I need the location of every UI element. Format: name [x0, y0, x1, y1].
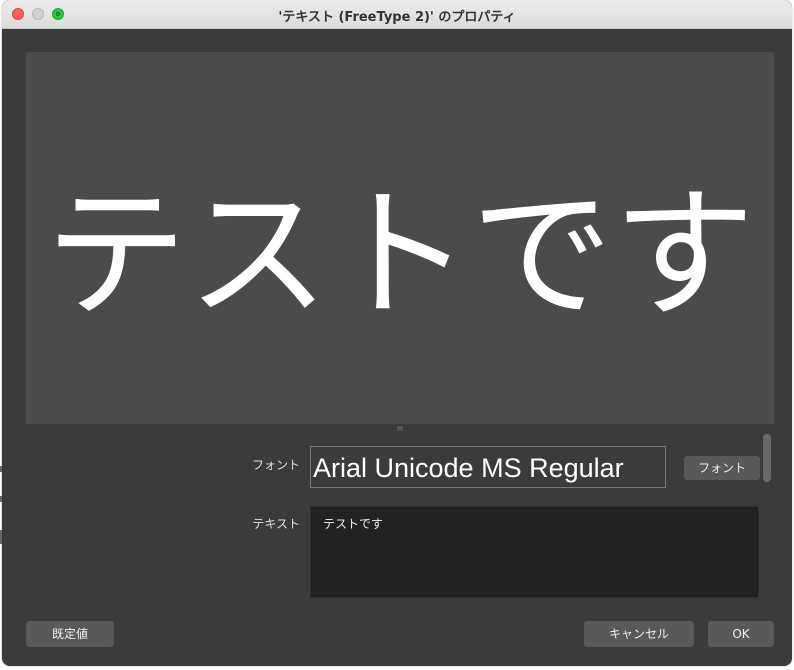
text-label: テキスト — [252, 517, 300, 531]
window-title: 'テキスト (FreeType 2)' のプロパティ — [278, 10, 516, 25]
properties-scrollbar[interactable] — [763, 434, 771, 482]
font-display: Arial Unicode MS Regular — [310, 446, 666, 488]
text-input[interactable]: テストです — [310, 506, 759, 598]
ok-button[interactable]: OK — [708, 621, 774, 647]
preview-text: テストです — [45, 173, 755, 338]
properties-dialog: 'テキスト (FreeType 2)' のプロパティ テストです フォント Ar… — [2, 0, 792, 666]
select-font-button[interactable]: フォント — [684, 456, 760, 480]
left-edge-mark — [0, 466, 2, 472]
title-bar: 'テキスト (FreeType 2)' のプロパティ — [2, 0, 792, 29]
preview-splitter-handle[interactable] — [397, 426, 403, 431]
left-edge-mark — [0, 496, 2, 502]
cancel-button[interactable]: キャンセル — [584, 621, 694, 647]
left-edge-mark — [0, 530, 2, 544]
source-preview: テストです — [26, 52, 774, 424]
defaults-button[interactable]: 既定値 — [26, 621, 114, 647]
font-label: フォント — [251, 458, 300, 472]
